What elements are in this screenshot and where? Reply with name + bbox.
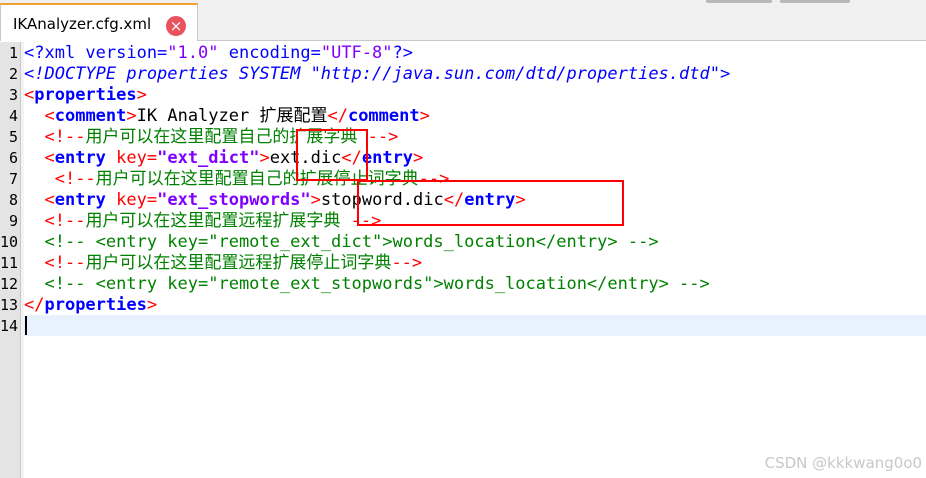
tag-bracket: > [136,85,147,105]
toolbar-edge [706,0,772,3]
code-line-11[interactable]: <!--用户可以在这里配置远程扩展停止词字典--> [24,253,422,274]
watermark: CSDN @kkkwang0o0 [764,454,922,472]
line-number-gutter: 1 2 3 4 5 6 7 8 9 10 11 12 13 14 [0,42,21,478]
tag-bracket: > [259,148,270,168]
xml-comment-text: 用户可以在这里配置远程扩展字典 [85,211,341,231]
tag-bracket: > [419,106,430,126]
properties-tag: properties [34,85,137,105]
current-line-highlight [24,315,926,336]
highlight-box-stopword [357,180,624,226]
xml-version-value: "1.0" [167,43,219,63]
line-number: 9 [8,212,18,230]
entry-tag: entry [54,148,106,168]
line-number: 11 [0,254,18,272]
code-editor[interactable]: 1 2 3 4 5 6 7 8 9 10 11 12 13 14 <?xml v… [0,42,926,478]
key-attribute: key= [105,148,158,168]
tab-label: IKAnalyzer.cfg.xml [13,15,152,33]
xml-encoding-attr: encoding= [218,43,321,63]
tag-bracket: < [44,148,55,168]
line-number: 2 [8,65,18,83]
key-value-ext-dict: "ext_dict" [157,148,260,168]
tag-bracket: < [44,190,55,210]
comment-tag: comment [54,106,127,126]
xml-comment: <!-- <entry key="remote_ext_dict">words_… [44,232,659,252]
tag-bracket: < [24,85,35,105]
xml-comment-open: <!-- [44,127,86,147]
tag-bracket: </ [327,106,348,126]
xml-declaration-end: ?> [392,43,413,63]
xml-comment-open: <!-- [44,253,86,273]
entry-tag: entry [361,148,414,168]
line-number: 13 [0,296,18,314]
code-line-2[interactable]: <!DOCTYPE properties SYSTEM "http://java… [24,64,730,85]
close-icon[interactable]: × [166,16,186,36]
line-number: 3 [8,86,18,104]
xml-comment-open: <!-- [44,211,86,231]
line-number: 12 [0,275,18,293]
code-line-10[interactable]: <!-- <entry key="remote_ext_dict">words_… [24,232,659,253]
code-line-3[interactable]: <properties> [24,85,147,106]
code-line-12[interactable]: <!-- <entry key="remote_ext_stopwords">w… [24,274,710,295]
entry-tag: entry [54,190,106,210]
line-number: 7 [8,170,18,188]
doctype: <!DOCTYPE properties SYSTEM "http://java… [24,64,731,84]
line-number: 14 [0,317,18,335]
tag-bracket: < [44,106,55,126]
tab-ikanalyzer-cfg[interactable]: IKAnalyzer.cfg.xml × [0,3,198,41]
line-number: 6 [8,149,18,167]
line-number: 4 [8,107,18,125]
line-number: 5 [8,128,18,146]
code-line-1[interactable]: <?xml version="1.0" encoding="UTF-8"?> [24,43,413,64]
key-attribute: key= [105,190,158,210]
comment-text: IK Analyzer 扩展配置 [136,106,328,126]
line-number: 10 [0,233,18,251]
xml-declaration: <?xml version= [24,43,168,63]
xml-comment-text: 用户可以在这里配置远程扩展停止词字典 [85,253,392,273]
tab-bar: IKAnalyzer.cfg.xml × [0,0,926,41]
tag-bracket: > [413,148,424,168]
code-line-13[interactable]: </properties> [24,295,157,316]
code-line-9[interactable]: <!--用户可以在这里配置远程扩展字典 --> [24,211,381,232]
xml-comment: <!-- <entry key="remote_ext_stopwords">w… [44,274,710,294]
tag-bracket: </ [24,295,45,315]
xml-comment-close: --> [391,253,423,273]
tag-bracket: > [310,190,321,210]
line-number: 1 [8,44,18,62]
xml-encoding-value: "UTF-8" [320,43,393,63]
tag-bracket: > [146,295,158,315]
highlight-box-ext-dict [296,129,368,181]
code-line-4[interactable]: <comment>IK Analyzer 扩展配置</comment> [24,106,430,127]
line-number: 8 [8,191,18,209]
comment-tag: comment [347,106,420,126]
toolbar-edge [780,0,850,3]
key-value-ext-stopwords: "ext_stopwords" [157,190,311,210]
properties-tag: properties [44,295,147,315]
tag-bracket: > [126,106,137,126]
xml-comment-open: <!-- [54,169,96,189]
text-caret [25,316,27,335]
